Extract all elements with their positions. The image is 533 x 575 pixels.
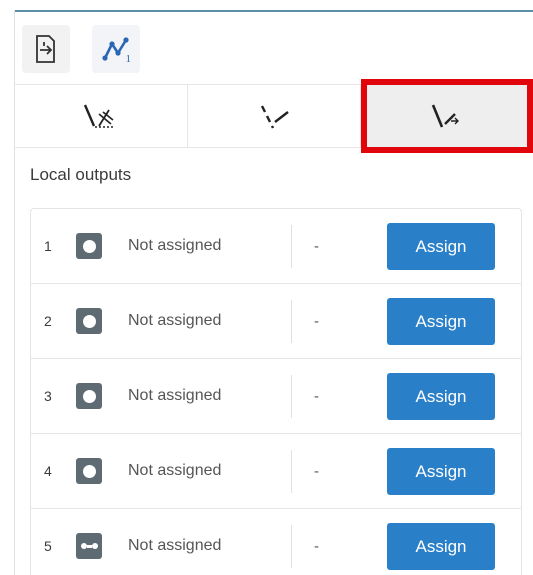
assign-button[interactable]: Assign [387,223,495,270]
axis-cross-icon [83,104,115,128]
toolbar: 1 [22,24,140,74]
panel-top-border [14,10,533,12]
tab-dash-slash[interactable] [188,85,361,147]
assign-button[interactable]: Assign [387,373,495,420]
output-status: Not assigned [128,462,222,479]
output-dot-icon [76,458,102,484]
tab-slash-arrow[interactable] [361,85,533,147]
output-value: - [314,387,319,405]
output-status: Not assigned [128,312,222,329]
export-button[interactable] [22,25,70,73]
mode-tabs [15,84,533,148]
output-row: 2 Not assigned - Assign [31,284,521,359]
row-divider [291,450,292,493]
output-status: Not assigned [128,237,222,254]
dash-slash-icon [260,105,289,129]
assign-button[interactable]: Assign [387,298,495,345]
output-row: 3 Not assigned - Assign [31,359,521,434]
output-number: 2 [44,313,52,329]
output-dot-icon [76,383,102,409]
local-outputs-list: 1 Not assigned - Assign 2 Not assigned -… [30,208,522,575]
section-title: Local outputs [30,165,132,184]
output-link-icon [76,533,102,559]
row-divider [291,225,292,268]
assign-button[interactable]: Assign [387,523,495,570]
output-status: Not assigned [128,387,222,404]
output-value: - [314,462,319,480]
tab-axis-cross[interactable] [15,85,188,147]
output-row: 5 Not assigned - Assign [31,509,521,575]
row-divider [291,300,292,343]
output-number: 3 [44,388,52,404]
output-number: 1 [44,238,52,254]
output-value: - [314,237,319,255]
output-dot-icon [76,233,102,259]
output-row: 1 Not assigned - Assign [31,209,521,284]
output-number: 4 [44,463,52,479]
slash-arrow-icon [431,104,459,128]
output-status: Not assigned [128,537,222,554]
output-row: 4 Not assigned - Assign [31,434,521,509]
row-divider [291,375,292,418]
output-dot-icon [76,308,102,334]
output-number: 5 [44,538,52,554]
output-value: - [314,312,319,330]
output-value: - [314,537,319,555]
export-icon [36,35,55,63]
chart-series-subscript: 1 [125,53,132,65]
assign-button[interactable]: Assign [387,448,495,495]
chart-series-button[interactable]: 1 [92,25,140,73]
row-divider [291,525,292,568]
